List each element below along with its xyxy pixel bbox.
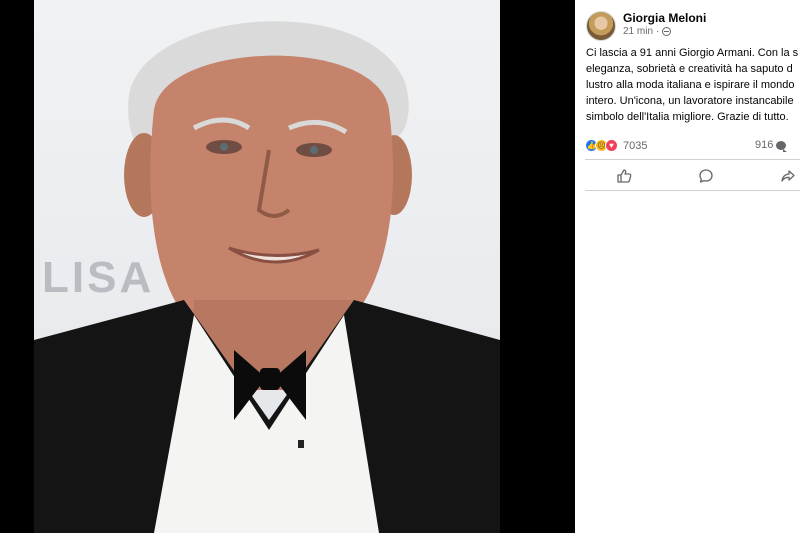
comments-summary[interactable]: 916: [755, 139, 788, 152]
comment-icon[interactable]: [697, 167, 715, 185]
post-time[interactable]: 21 min: [623, 25, 653, 38]
post-stats: 👍 ☹ ♥ 7035 916 3: [585, 138, 800, 154]
post-text-line: lustro alla moda italiana e ispirare il …: [586, 79, 795, 91]
post-text-line: Ci lascia a 91 anni Giorgio Armani. Con …: [586, 47, 799, 59]
love-reaction-icon: ♥: [605, 139, 618, 152]
like-icon[interactable]: [615, 167, 633, 185]
post-text-line: eleganza, sobrietà e creatività ha saput…: [586, 63, 793, 75]
post-meta: 21 min ·: [623, 25, 706, 38]
post-actions: [585, 163, 800, 189]
post-text-line: simbolo dell'Italia migliore. Grazie di …: [586, 111, 789, 123]
comment-bubble-icon: [776, 140, 788, 152]
post-text-line: intero. Un'icona, un lavoratore instanca…: [586, 95, 794, 107]
comment-count: 916: [755, 139, 774, 151]
dot-separator: ·: [656, 26, 660, 37]
avatar[interactable]: [586, 11, 616, 41]
author-name[interactable]: Giorgia Meloni: [623, 11, 706, 25]
post-panel: Giorgia Meloni 21 min · Ci lascia a 91 a…: [575, 0, 800, 533]
reaction-count: 7035: [623, 139, 648, 152]
divider: [585, 159, 800, 160]
globe-icon: [662, 27, 672, 36]
post-photo[interactable]: LISA: [34, 0, 500, 533]
post-text: Ci lascia a 91 anni Giorgio Armani. Con …: [586, 45, 800, 125]
portrait-image: LISA: [34, 21, 500, 533]
photo-viewer: LISA: [0, 0, 575, 533]
reactions-summary[interactable]: 👍 ☹ ♥ 7035: [585, 139, 647, 152]
post-header: Giorgia Meloni 21 min ·: [586, 11, 706, 41]
share-icon[interactable]: [779, 167, 797, 185]
svg-text:LISA: LISA: [42, 253, 154, 302]
divider: [585, 190, 800, 191]
